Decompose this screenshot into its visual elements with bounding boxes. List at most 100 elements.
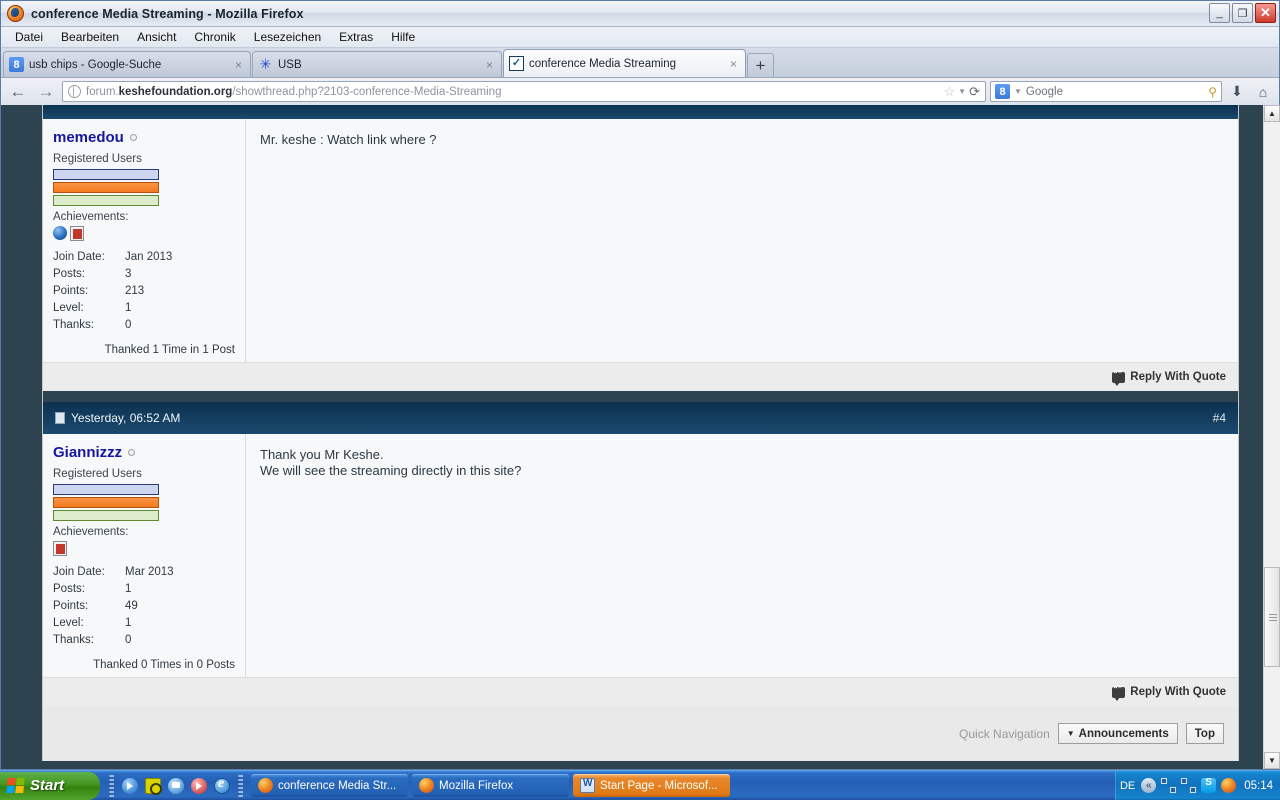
menu-hilfe[interactable]: Hilfe [382, 28, 424, 46]
post-header [43, 105, 1238, 119]
menu-lesezeichen[interactable]: Lesezeichen [245, 28, 330, 46]
scroll-up-arrow-icon[interactable]: ▲ [1264, 105, 1280, 122]
reputation-bars [53, 169, 235, 206]
search-icon[interactable]: ⚲ [1208, 85, 1217, 99]
username-label: Giannizzz [53, 444, 123, 461]
stat-key: Points: [53, 285, 89, 297]
reputation-bar-green [53, 195, 159, 206]
stat-value: 49 [125, 600, 138, 612]
menu-chronik[interactable]: Chronik [185, 28, 244, 46]
taskbar-item-start-page[interactable]: Start Page - Microsof... [573, 774, 730, 797]
scrollbar-thumb[interactable] [1264, 567, 1280, 667]
stat-value: Jan 2013 [125, 251, 173, 263]
forward-arrow-icon[interactable]: → [34, 82, 58, 102]
tab-close-icon[interactable]: × [484, 58, 495, 72]
home-icon[interactable]: ⌂ [1252, 84, 1274, 100]
reply-with-quote-button[interactable]: Reply With Quote [1112, 369, 1226, 386]
reputation-bar-orange [53, 182, 159, 193]
forum-icon: ✓ [509, 56, 524, 71]
tab-label: conference Media Streaming [529, 57, 677, 70]
post-user-panel: memedou Registered Users Achievements: J… [43, 119, 246, 362]
document-icon[interactable] [53, 541, 67, 556]
bookmark-star-icon[interactable]: ☆ [944, 84, 956, 100]
firefox-icon[interactable] [1221, 778, 1237, 793]
scroll-down-arrow-icon[interactable]: ▼ [1264, 752, 1280, 769]
messenger-icon[interactable] [168, 777, 184, 794]
online-status-icon [128, 449, 136, 456]
starburst-icon: ✳ [259, 56, 272, 72]
search-bar[interactable]: 8 ▼ Google ⚲ [990, 81, 1222, 102]
stat-key: Level: [53, 617, 84, 629]
language-indicator[interactable]: DE [1120, 780, 1135, 792]
username[interactable]: Giannizzz [53, 444, 235, 461]
internet-explorer-icon[interactable] [214, 776, 230, 794]
stat-value: 213 [125, 285, 145, 297]
minimize-button[interactable]: _ [1209, 3, 1230, 23]
globe-icon[interactable] [53, 226, 67, 240]
nero-icon[interactable] [145, 777, 162, 795]
realplayer-icon[interactable] [191, 777, 207, 794]
page-scrollbar[interactable]: ▲ ▼ [1263, 105, 1280, 769]
word-icon [580, 778, 595, 793]
screen: conference Media Streaming - Mozilla Fir… [0, 0, 1280, 800]
address-bar[interactable]: forum.keshefoundation.org/showthread.php… [62, 81, 986, 102]
tab-usb[interactable]: ✳ USB × [252, 51, 502, 77]
media-player-icon[interactable] [122, 777, 138, 794]
tab-google-search[interactable]: 8 usb chips - Google-Suche × [3, 51, 251, 77]
document-icon[interactable] [70, 226, 84, 241]
network-icon[interactable] [1161, 778, 1177, 793]
tab-close-icon[interactable]: × [233, 58, 244, 72]
stat-row: Join Date: Mar 2013 [53, 564, 235, 581]
menu-bearbeiten[interactable]: Bearbeiten [52, 28, 128, 46]
tab-label: usb chips - Google-Suche [29, 58, 162, 71]
post-number[interactable]: #4 [1213, 411, 1226, 425]
firefox-icon [419, 778, 434, 793]
stat-value: 0 [125, 634, 132, 646]
chevron-down-icon[interactable]: ▼ [1014, 87, 1022, 96]
firefox-logo-icon [7, 5, 24, 22]
new-tab-button[interactable]: + [747, 53, 774, 77]
taskbar-item-firefox[interactable]: Mozilla Firefox [412, 774, 569, 797]
achievement-icons [53, 226, 235, 241]
top-button[interactable]: Top [1185, 723, 1224, 744]
back-arrow-icon[interactable]: ← [6, 82, 30, 102]
network-icon[interactable] [1181, 778, 1197, 793]
stat-key: Posts: [53, 583, 85, 595]
taskbar-item-label: Start Page - Microsof... [600, 779, 718, 792]
stat-row: Level: 1 [53, 615, 235, 632]
reply-with-quote-button[interactable]: Reply With Quote [1112, 684, 1226, 701]
thanked-text: Thanked 1 Time in 1 Post [104, 344, 235, 356]
tab-conference-media-streaming[interactable]: ✓ conference Media Streaming × [503, 49, 746, 77]
navigation-bar: ← → forum.keshefoundation.org/showthread… [1, 78, 1279, 106]
tray-expand-icon[interactable]: « [1141, 778, 1157, 793]
post-message: Thank you Mr Keshe. We will see the stre… [246, 434, 1238, 677]
skype-icon[interactable] [1201, 777, 1217, 793]
restore-button[interactable]: ❐ [1232, 3, 1253, 23]
taskbar: Start conference Media Str... Mozilla Fi… [0, 770, 1280, 800]
stat-key: Points: [53, 600, 89, 612]
stat-row: Points: 49 [53, 598, 235, 615]
post-footer: Reply With Quote [43, 362, 1238, 391]
quick-navigation-select[interactable]: ▼ Announcements [1057, 723, 1178, 744]
address-bar-actions: ☆ ▼ ⟳ [944, 84, 980, 100]
downloads-icon[interactable]: ⬇ [1226, 83, 1248, 100]
forum-page: memedou Registered Users Achievements: J… [42, 105, 1239, 761]
chevron-down-icon[interactable]: ▼ [958, 87, 966, 96]
reputation-bar-blue [53, 484, 159, 495]
start-button[interactable]: Start [0, 771, 100, 800]
quick-navigation-value: Announcements [1078, 727, 1169, 740]
tab-close-icon[interactable]: × [728, 57, 739, 71]
search-input[interactable]: Google [1026, 86, 1204, 98]
username[interactable]: memedou [53, 129, 235, 146]
menu-datei[interactable]: Datei [6, 28, 52, 46]
window-controls: _ ❐ ✕ [1209, 3, 1276, 23]
clock[interactable]: 05:14 [1244, 780, 1273, 792]
usergroup-label: Registered Users [53, 153, 142, 165]
taskbar-item-conference[interactable]: conference Media Str... [251, 774, 408, 797]
close-button[interactable]: ✕ [1255, 3, 1276, 23]
menu-ansicht[interactable]: Ansicht [128, 28, 185, 46]
taskbar-buttons: conference Media Str... Mozilla Firefox … [248, 774, 1115, 797]
reload-icon[interactable]: ⟳ [969, 84, 980, 100]
menu-extras[interactable]: Extras [330, 28, 382, 46]
scrollbar-grip-icon [1269, 614, 1277, 621]
